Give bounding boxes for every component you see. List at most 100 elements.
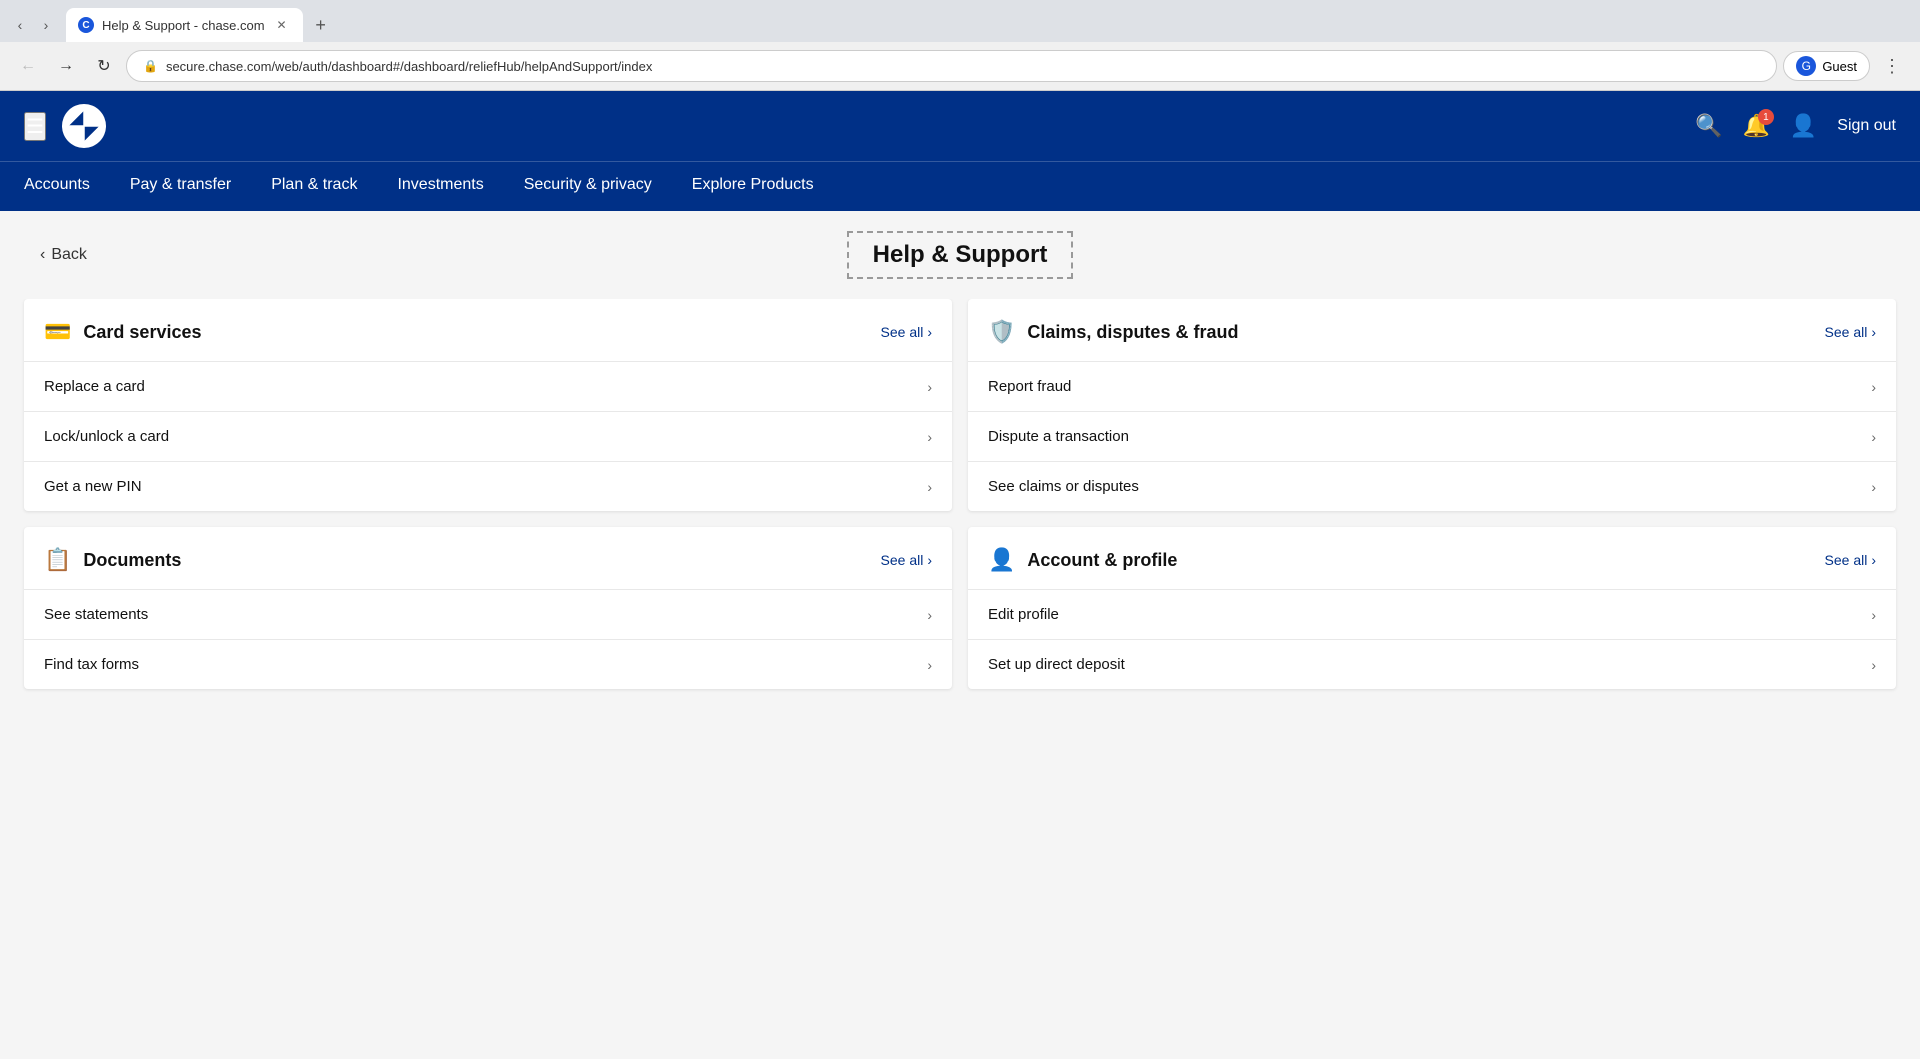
dispute-transaction-label: Dispute a transaction [988,428,1129,445]
card-services-title: Card services [83,322,201,343]
back-label: Back [51,246,87,264]
report-fraud-item[interactable]: Report fraud › [968,362,1896,412]
dispute-transaction-arrow-icon: › [1871,429,1876,445]
account-icon-button[interactable]: 👤 [1790,113,1817,139]
see-statements-label: See statements [44,606,148,623]
nav-item-investments[interactable]: Investments [397,162,483,211]
edit-profile-item[interactable]: Edit profile › [968,590,1896,640]
direct-deposit-arrow-icon: › [1871,657,1876,673]
documents-title: Documents [83,550,181,571]
edit-profile-arrow-icon: › [1871,607,1876,623]
app-header: ☰ 🔍 🔔 1 👤 Sign out [0,91,1920,161]
hamburger-menu-button[interactable]: ☰ [24,112,46,141]
card-services-header: 💳 Card services See all › [24,299,952,362]
account-profile-header: 👤 Account & profile See all › [968,527,1896,590]
new-tab-button[interactable]: + [307,11,335,39]
find-tax-forms-arrow-icon: › [927,657,932,673]
search-button[interactable]: 🔍 [1695,113,1722,139]
card-services-title-group: 💳 Card services [44,319,202,345]
search-icon: 🔍 [1695,113,1722,138]
browser-profile-button[interactable]: G Guest [1783,51,1870,81]
url-text: secure.chase.com/web/auth/dashboard#/das… [166,59,652,74]
tab-close-button[interactable]: ✕ [273,16,291,34]
see-claims-label: See claims or disputes [988,478,1139,495]
tab-arrow-left[interactable]: ‹ [8,13,32,37]
page-header: ‹ Back Help & Support [0,211,1920,299]
see-statements-arrow-icon: › [927,607,932,623]
page-title: Help & Support [847,231,1074,279]
documents-see-all-chevron-icon: › [927,552,932,568]
back-nav-button[interactable]: ← [12,50,44,82]
find-tax-forms-item[interactable]: Find tax forms › [24,640,952,689]
dispute-transaction-item[interactable]: Dispute a transaction › [968,412,1896,462]
claims-disputes-card: 🛡️ Claims, disputes & fraud See all › Re… [968,299,1896,511]
card-services-card: 💳 Card services See all › Replace a card… [24,299,952,511]
see-all-chevron-icon: › [927,324,932,340]
support-cards-grid: 💳 Card services See all › Replace a card… [0,299,1920,689]
ssl-lock-icon: 🔒 [143,59,158,73]
account-profile-see-all[interactable]: See all › [1825,552,1876,568]
replace-card-label: Replace a card [44,378,145,395]
report-fraud-label: Report fraud [988,378,1071,395]
tab-favicon: C [78,17,94,33]
documents-title-group: 📋 Documents [44,547,181,573]
browser-tab-bar: ‹ › C Help & Support - chase.com ✕ + [0,0,1920,42]
header-left: ☰ [24,104,106,148]
documents-see-all[interactable]: See all › [881,552,932,568]
claims-see-all-chevron-icon: › [1871,324,1876,340]
replace-card-arrow-icon: › [927,379,932,395]
back-button[interactable]: ‹ Back [40,246,87,264]
account-profile-see-all-chevron-icon: › [1871,552,1876,568]
browser-chrome: ‹ › C Help & Support - chase.com ✕ + ← →… [0,0,1920,91]
new-pin-arrow-icon: › [927,479,932,495]
nav-item-pay-transfer[interactable]: Pay & transfer [130,162,231,211]
notification-badge: 1 [1758,109,1774,125]
page-title-text: Help & Support [873,241,1048,268]
nav-item-explore-products[interactable]: Explore Products [692,162,814,211]
forward-nav-button[interactable]: → [50,50,82,82]
new-pin-item[interactable]: Get a new PIN › [24,462,952,511]
see-claims-arrow-icon: › [1871,479,1876,495]
header-right: 🔍 🔔 1 👤 Sign out [1695,113,1896,139]
lock-unlock-label: Lock/unlock a card [44,428,169,445]
documents-card: 📋 Documents See all › See statements › F… [24,527,952,689]
account-profile-card: 👤 Account & profile See all › Edit profi… [968,527,1896,689]
replace-card-item[interactable]: Replace a card › [24,362,952,412]
user-icon: 👤 [1790,113,1817,138]
sign-out-button[interactable]: Sign out [1837,117,1896,135]
chase-logo [62,104,106,148]
claims-disputes-title-group: 🛡️ Claims, disputes & fraud [988,319,1238,345]
lock-unlock-card-item[interactable]: Lock/unlock a card › [24,412,952,462]
direct-deposit-label: Set up direct deposit [988,656,1125,673]
notifications-button[interactable]: 🔔 1 [1742,113,1769,139]
active-tab[interactable]: C Help & Support - chase.com ✕ [66,8,303,42]
lock-unlock-arrow-icon: › [927,429,932,445]
page-content: ‹ Back Help & Support 💳 Card services Se… [0,211,1920,1059]
account-profile-title-group: 👤 Account & profile [988,547,1177,573]
documents-icon: 📋 [44,547,71,573]
reload-button[interactable]: ↻ [88,50,120,82]
documents-header: 📋 Documents See all › [24,527,952,590]
account-profile-title: Account & profile [1027,550,1177,571]
nav-item-accounts[interactable]: Accounts [24,162,90,211]
nav-item-security-privacy[interactable]: Security & privacy [524,162,652,211]
see-statements-item[interactable]: See statements › [24,590,952,640]
find-tax-forms-label: Find tax forms [44,656,139,673]
app-navigation: Accounts Pay & transfer Plan & track Inv… [0,161,1920,211]
tab-arrow-right[interactable]: › [34,13,58,37]
profile-label: Guest [1822,59,1857,74]
see-claims-item[interactable]: See claims or disputes › [968,462,1896,511]
claims-disputes-header: 🛡️ Claims, disputes & fraud See all › [968,299,1896,362]
direct-deposit-item[interactable]: Set up direct deposit › [968,640,1896,689]
claims-disputes-see-all[interactable]: See all › [1825,324,1876,340]
tab-nav-arrows: ‹ › [8,13,58,37]
new-pin-label: Get a new PIN [44,478,142,495]
browser-menu-button[interactable]: ⋮ [1876,50,1908,82]
card-services-see-all[interactable]: See all › [881,324,932,340]
account-profile-icon: 👤 [988,547,1015,573]
nav-item-plan-track[interactable]: Plan & track [271,162,357,211]
address-bar[interactable]: 🔒 secure.chase.com/web/auth/dashboard#/d… [126,50,1777,82]
chase-logo-svg [66,108,102,144]
claims-disputes-icon: 🛡️ [988,319,1015,345]
profile-icon: G [1796,56,1816,76]
